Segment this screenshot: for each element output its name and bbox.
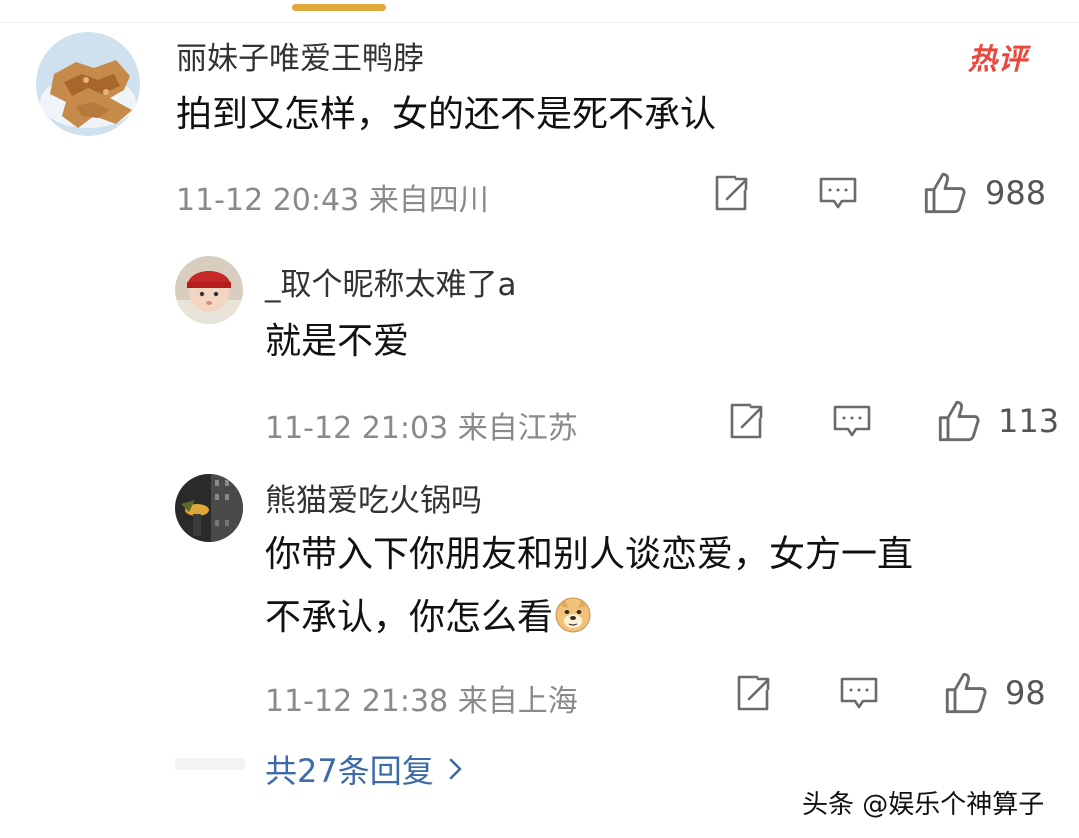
doge-emoji [555, 597, 591, 633]
thumbs-up-icon[interactable] [937, 399, 981, 443]
avatar[interactable] [36, 32, 140, 136]
comment-text: 就是不爱 [265, 321, 410, 362]
like-count: 98 [1005, 674, 1046, 712]
username[interactable]: 丽妹子唯爱王鸭脖 [176, 33, 424, 78]
view-replies-link[interactable]: 共27条回复 [265, 746, 464, 792]
timestamp: 11-12 20:43 [176, 183, 360, 218]
watermark: 头条 @娱乐个神算子 [802, 790, 1045, 820]
like-count: 113 [998, 402, 1060, 440]
username[interactable]: 熊猫爱吃火锅吗 [265, 475, 482, 520]
username[interactable]: _取个昵称太难了a [265, 259, 517, 304]
comment-icon[interactable] [818, 173, 858, 213]
thumbs-up-icon[interactable] [944, 671, 988, 715]
comment-meta: 11-12 20:43 来自四川 [176, 175, 489, 219]
timestamp: 11-12 21:03 [265, 411, 449, 446]
share-icon[interactable] [711, 173, 751, 213]
avatar[interactable] [175, 256, 243, 324]
comment-meta: 11-12 21:03 来自江苏 [265, 403, 578, 447]
thumbs-up-icon[interactable] [923, 171, 967, 215]
comment-text-content: 不承认，你怎么看 [265, 597, 554, 638]
comment-text-line2: 不承认，你怎么看 [265, 597, 591, 636]
share-icon[interactable] [733, 673, 773, 713]
comment-text: 拍到又怎样，女的还不是死不承认 [176, 94, 717, 135]
divider [0, 22, 1079, 23]
location: 来自上海 [457, 684, 578, 719]
divider [175, 758, 245, 770]
hot-comment-badge: 热评 [968, 42, 1029, 76]
like-count: 988 [985, 174, 1047, 212]
location: 来自江苏 [457, 411, 578, 446]
chevron-right-icon [448, 755, 464, 790]
share-icon[interactable] [726, 401, 766, 441]
avatar[interactable] [175, 474, 243, 542]
timestamp: 11-12 21:38 [265, 684, 449, 719]
comment-icon[interactable] [832, 401, 872, 441]
comment-meta: 11-12 21:38 来自上海 [265, 676, 578, 720]
location: 来自四川 [368, 183, 489, 218]
scroll-indicator [292, 4, 386, 11]
comment-icon[interactable] [839, 673, 879, 713]
comment-text: 你带入下你朋友和别人谈恋爱，女方一直 [265, 534, 914, 575]
replies-count-label: 共27条回复 [265, 752, 434, 790]
